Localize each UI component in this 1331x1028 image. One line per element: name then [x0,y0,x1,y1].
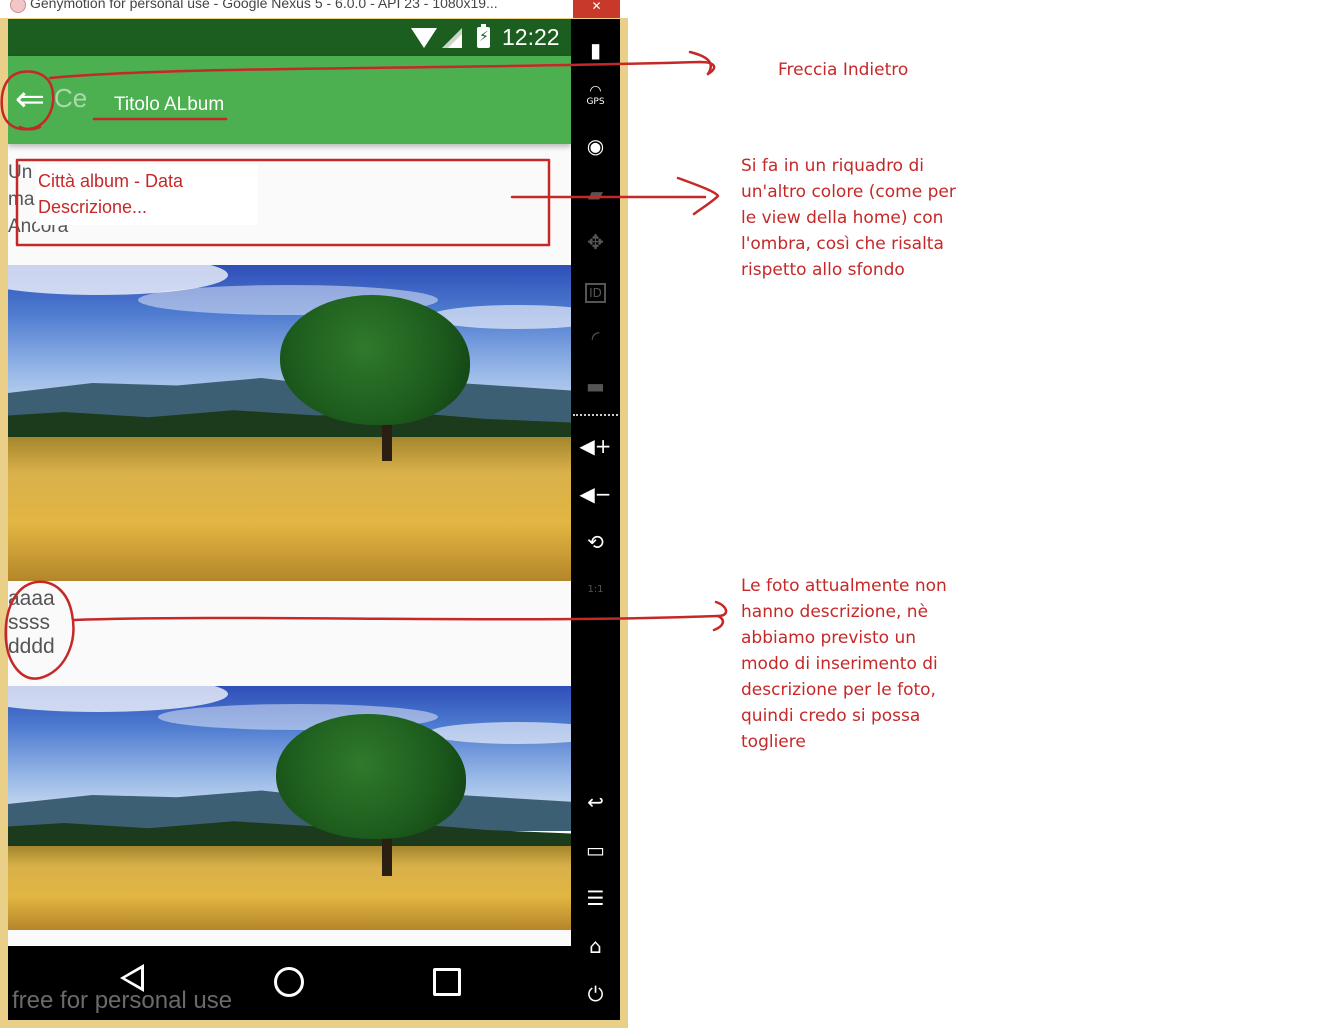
window-titlebar[interactable]: Genymotion for personal use - Google Nex… [0,0,628,18]
status-bar: ⚡ 12:22 [8,19,571,56]
photo-caption: aaaa ssss dddd [8,587,55,659]
annotation-line: descrizione per le foto, [741,680,936,700]
album-photo[interactable] [8,265,571,581]
status-time: 12:22 [502,24,560,50]
annotation-line: Si fa in un riquadro di [741,156,924,176]
back-arrow-icon[interactable]: ⇐ [8,81,52,121]
album-photo[interactable] [8,686,571,930]
annotation-line: le view della home) con [741,208,944,228]
photo-caption-line: ssss [8,611,50,634]
emulator-toolbar: ▮ ◠ GPS ◉ ▰ ✥ ID ◜ ▬ ◀+ ◀− ⟲ 1:1 ↩ ▭ ☰ ⌂… [571,19,620,1020]
annotation-line: modo di inserimento di [741,654,938,674]
gps-icon[interactable]: ◠ GPS [571,84,620,107]
annotation-line: un'altro colore (come per [741,182,956,202]
phone-screen: ⚡ 12:22 ⇐ Ce Titolo ALbum Un ma Ancora C… [8,19,571,1020]
genymotion-logo-icon [10,0,26,13]
id-label: ID [585,283,606,303]
gps-label: GPS [586,97,605,107]
app-bar: ⇐ Ce Titolo ALbum [8,56,571,144]
camera-icon[interactable]: ◉ [571,133,620,159]
close-icon: ✕ [591,0,602,13]
android-nav-bar: free for personal use [8,946,571,1020]
photo-caption-line: dddd [8,635,55,658]
battery-icon[interactable]: ▮ [571,37,620,63]
annotation-line: Le foto attualmente non [741,576,947,596]
window-close-button[interactable]: ✕ [573,0,620,18]
pixel-perfect-icon[interactable]: 1:1 [571,577,620,603]
clapperboard-icon[interactable]: ▰ [571,181,620,207]
home-icon[interactable]: ⌂ [571,933,620,959]
rotate-icon[interactable]: ⟲ [571,529,620,555]
recent-apps-icon[interactable]: ▭ [571,837,620,863]
app-bar-title: Ce [54,83,88,113]
annotation-line: quindi credo si possa [741,706,921,726]
watermark: free for personal use [12,987,233,1014]
annotation-line: l'ombra, così che risalta [741,234,944,254]
nav-home-icon[interactable] [274,967,304,997]
toolbar-separator [573,414,618,416]
scale-label: 1:1 [587,584,604,595]
annotation-photo-note: Le foto attualmente non hanno descrizion… [741,573,947,755]
menu-icon[interactable]: ☰ [571,885,620,911]
id-icon[interactable]: ID [571,277,620,303]
photo-caption-line: aaaa [8,587,55,610]
volume-down-icon[interactable]: ◀− [571,481,620,507]
sms-icon[interactable]: ▬ [571,373,620,399]
annotation-line: abbiamo previsto un [741,628,917,648]
rss-icon[interactable]: ◜ [571,325,620,351]
power-icon[interactable]: ⏻ [571,981,620,1007]
album-description-placeholder: Descrizione... [38,197,148,217]
signal-strength-icon [448,34,462,48]
annotation-line: togliere [741,732,806,752]
window-title: Genymotion for personal use - Google Nex… [30,0,498,11]
album-title-annotation: Titolo ALbum [114,94,225,115]
annotation-back-arrow: Freccia Indietro [778,60,909,80]
annotation-line: rispetto allo sfondo [741,260,905,280]
annotation-box-note: Si fa in un riquadro di un'altro colore … [741,153,956,283]
battery-charging-icon: ⚡ [477,24,490,48]
move-icon[interactable]: ✥ [571,229,620,255]
wifi-icon [411,28,437,48]
album-city-date: Città album - Data [38,171,184,191]
volume-up-icon[interactable]: ◀+ [571,433,620,459]
annotation-line: hanno descrizione, nè [741,602,929,622]
back-icon[interactable]: ↩ [571,789,620,815]
nav-recents-icon[interactable] [433,968,461,996]
